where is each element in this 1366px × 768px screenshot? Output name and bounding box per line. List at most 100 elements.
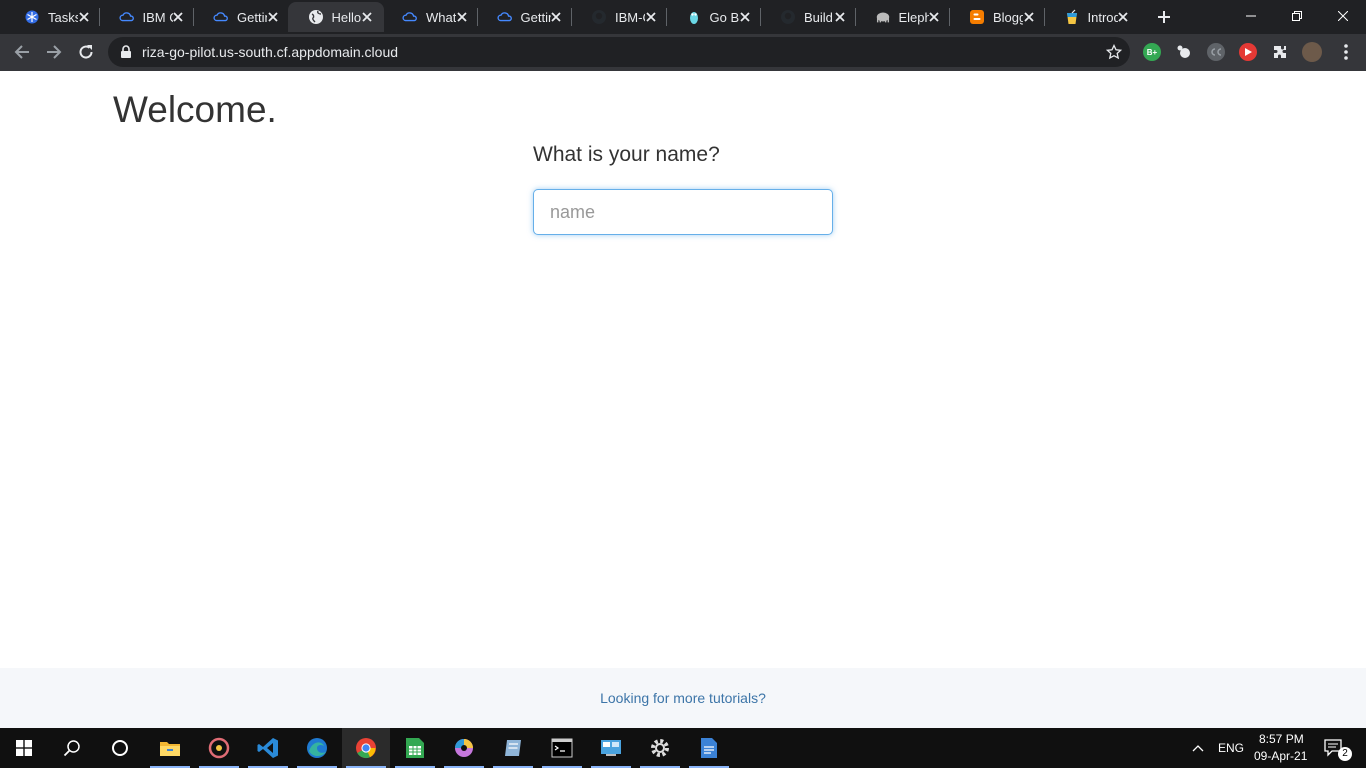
bplus-extension-icon[interactable]: B+ [1143, 43, 1161, 61]
close-tab-icon[interactable] [832, 9, 848, 25]
close-tab-icon[interactable] [76, 9, 92, 25]
ibm-cloud-icon [213, 9, 229, 25]
tab-title: Eleph [898, 9, 929, 25]
tab-12[interactable]: Introd [1044, 2, 1141, 32]
close-tab-icon[interactable] [359, 9, 375, 25]
taskbar-app-chrome[interactable] [342, 728, 390, 768]
close-icon [1338, 11, 1348, 21]
forward-button[interactable] [42, 40, 66, 64]
tray-chevron-up-icon[interactable] [1186, 728, 1210, 768]
ibm-cloud-icon [496, 9, 513, 25]
name-input[interactable] [533, 189, 833, 235]
bubbles-extension-icon[interactable] [1175, 43, 1193, 61]
menu-kebab-icon[interactable] [1343, 42, 1349, 62]
search-icon [63, 740, 80, 757]
back-button[interactable] [10, 40, 34, 64]
cortana-button[interactable] [96, 728, 144, 768]
tab-7[interactable]: IBM-C [571, 2, 668, 32]
media-player-icon [208, 737, 230, 759]
tab-11[interactable]: Blogg [949, 2, 1046, 32]
spreadsheet-icon [405, 737, 425, 759]
notification-count-badge: 2 [1338, 747, 1352, 761]
tab-title: Go Bu [709, 9, 740, 25]
tab-6[interactable]: Gettin [477, 2, 574, 32]
notebook-icon [502, 737, 524, 759]
tab-title: Gettin [237, 9, 267, 25]
tab-3[interactable]: Gettin [193, 2, 290, 32]
extensions-puzzle-icon[interactable] [1271, 43, 1289, 61]
globe-icon [308, 9, 324, 25]
tab-title: What [426, 9, 456, 25]
taskbar-app-spreadsheet[interactable] [391, 728, 439, 768]
name-question-label: What is your name? [533, 143, 720, 166]
drink-icon [1064, 9, 1080, 25]
tab-1[interactable]: Tasks [4, 2, 101, 32]
cc-extension-icon[interactable] [1207, 43, 1225, 61]
close-tab-icon[interactable] [1021, 9, 1037, 25]
tab-5[interactable]: What [382, 2, 479, 32]
footer: Looking for more tutorials? [0, 668, 1366, 728]
chrome-icon [355, 737, 377, 759]
edge-icon [306, 737, 328, 759]
elephant-icon [875, 9, 891, 25]
tab-title: Introd [1087, 9, 1118, 25]
tab-strip: Tasks IBM C Gettin Hello What Gettin IBM-C Go B… [0, 0, 1366, 34]
tab-title: IBM C [142, 9, 173, 25]
document-icon [700, 737, 718, 759]
close-tab-icon[interactable] [926, 9, 942, 25]
tab-2[interactable]: IBM C [99, 2, 196, 32]
clock-date[interactable]: 09-Apr-21 [1254, 749, 1307, 763]
taskbar-app-edge[interactable] [293, 728, 341, 768]
close-tab-icon[interactable] [643, 9, 659, 25]
clock-time[interactable]: 8:57 PM [1259, 732, 1304, 746]
taskbar-app-vscode[interactable] [244, 728, 292, 768]
minimize-button[interactable] [1228, 0, 1274, 32]
more-tutorials-link[interactable]: Looking for more tutorials? [0, 690, 1366, 706]
control-panel-icon [600, 738, 622, 758]
close-window-button[interactable] [1320, 0, 1366, 32]
tab-title: IBM-C [615, 9, 645, 25]
address-bar[interactable]: riza-go-pilot.us-south.cf.appdomain.clou… [108, 37, 1130, 67]
language-indicator[interactable]: ENG [1218, 741, 1244, 755]
taskbar-app-notebook[interactable] [489, 728, 537, 768]
close-tab-icon[interactable] [737, 9, 753, 25]
taskbar-app-document[interactable] [685, 728, 733, 768]
restore-icon [1292, 11, 1302, 21]
taskbar-app-settings-gear[interactable] [636, 728, 684, 768]
url-text: riza-go-pilot.us-south.cf.appdomain.clou… [142, 44, 399, 60]
close-tab-icon[interactable] [454, 9, 470, 25]
tab-10[interactable]: Eleph [855, 2, 952, 32]
ibm-cloud-icon [402, 9, 418, 25]
settings-gear-icon [649, 737, 671, 759]
minimize-icon [1246, 15, 1256, 17]
new-tab-button[interactable] [1152, 5, 1176, 29]
tab-4[interactable]: Hello [287, 2, 384, 32]
plus-icon [1158, 11, 1170, 23]
search-button[interactable] [48, 728, 96, 768]
tab-title: Gettin [520, 9, 551, 25]
tab-title: Tasks [48, 9, 78, 25]
profile-avatar[interactable] [1302, 42, 1322, 62]
tab-title: Hello [331, 9, 362, 25]
star-icon[interactable] [1106, 44, 1122, 60]
close-tab-icon[interactable] [170, 9, 186, 25]
tab-9[interactable]: Build [760, 2, 857, 32]
reload-button[interactable] [74, 40, 98, 64]
start-button[interactable] [0, 728, 48, 768]
reload-icon [79, 45, 93, 59]
restore-button[interactable] [1274, 0, 1320, 32]
taskbar-app-color-wheel[interactable] [440, 728, 488, 768]
close-tab-icon[interactable] [265, 9, 281, 25]
taskbar-app-media-player[interactable] [195, 728, 243, 768]
taskbar-app-file-explorer[interactable] [146, 728, 194, 768]
taskbar-app-terminal[interactable] [538, 728, 586, 768]
ibm-cloud-icon [118, 9, 135, 25]
close-tab-icon[interactable] [548, 9, 564, 25]
taskbar-app-control-panel[interactable] [587, 728, 635, 768]
close-tab-icon[interactable] [1115, 9, 1131, 25]
github-icon [591, 9, 607, 25]
notifications-button[interactable]: 2 [1316, 728, 1352, 768]
arrow-right-icon [47, 45, 62, 59]
tab-8[interactable]: Go Bu [666, 2, 763, 32]
youtube-extension-icon[interactable] [1239, 43, 1257, 61]
